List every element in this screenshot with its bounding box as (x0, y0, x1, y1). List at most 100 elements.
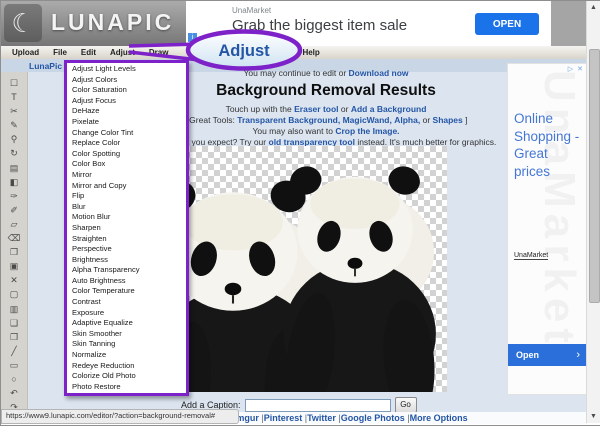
magicwand-link[interactable]: MagicWand, (343, 115, 392, 125)
image-canvas[interactable] (184, 146, 447, 392)
continue-note: You may continue to edit or Download now (181, 68, 471, 78)
header-filler (551, 1, 587, 46)
save-icon[interactable]: ▣ (1, 259, 27, 273)
delete-icon[interactable]: ✕ (1, 273, 27, 287)
lasso-icon[interactable]: ▱ (1, 217, 27, 231)
new-file-icon[interactable]: ▢ (1, 287, 27, 301)
scroll-up-icon[interactable]: ▲ (587, 1, 600, 14)
adjust-menu-item[interactable]: DeHaze (67, 106, 186, 117)
menu-item[interactable]: File (46, 48, 74, 57)
adjust-dropdown-menu: Adjust Light Levels Adjust Colors Color Sa… (64, 60, 189, 397)
menu-item[interactable]: Edit (74, 48, 103, 57)
line-icon[interactable]: ╱ (1, 344, 27, 358)
crop-line: You may also want to Crop the Image. (151, 126, 501, 136)
adjust-menu-item[interactable]: Contrast (67, 297, 186, 308)
adjust-menu-item[interactable]: Photo Restore (67, 382, 186, 393)
top-ad-open-button[interactable]: OPEN (475, 13, 539, 35)
adjust-menu-item[interactable]: Adjust Light Levels (67, 64, 186, 75)
adjust-menu-item[interactable]: Mirror and Copy (67, 181, 186, 192)
moon-icon: ☾ (4, 4, 42, 42)
adjust-menu-item[interactable]: Change Color Tint (67, 128, 186, 139)
sidebar-ad: UnaMarket ▷ ✕ Online Shopping - Great pr… (507, 63, 587, 395)
eraser-icon[interactable]: ⌫ (1, 231, 27, 245)
adjust-menu-item[interactable]: Motion Blur (67, 212, 186, 223)
export-image-icon[interactable]: ❑ (1, 316, 27, 330)
adjust-menu-item[interactable]: Mirror (67, 170, 186, 181)
transparent-background-link[interactable]: Transparent Background, (237, 115, 340, 125)
adjust-menu-item[interactable]: Straighten (67, 234, 186, 245)
adjust-menu-item[interactable]: Adjust Focus (67, 96, 186, 107)
adjust-menu-item[interactable]: Pixelate (67, 117, 186, 128)
alpha-link[interactable]: Alpha, (394, 115, 420, 125)
great-tools-line: [ Great Tools: Transparent Background, M… (151, 115, 501, 125)
fill-icon[interactable]: ◧ (1, 175, 27, 189)
adjust-menu-item[interactable]: Color Saturation (67, 85, 186, 96)
menu-items: Upload File Edit Adjust Draw (1, 48, 175, 57)
share-link[interactable]: Twitter (307, 413, 341, 423)
sidebar-ad-advertiser[interactable]: UnaMarket (514, 252, 549, 260)
adjust-menu-item[interactable]: Redeye Reduction (67, 361, 186, 372)
adchoices-icon[interactable]: ▷ (567, 66, 574, 73)
ad-info-icon[interactable]: i (188, 33, 197, 42)
download-now-link[interactable]: Download now (349, 68, 409, 78)
circle-icon[interactable]: ○ (1, 372, 27, 386)
copy-icon[interactable]: ❐ (1, 330, 27, 344)
eyedropper-icon[interactable]: ✑ (1, 189, 27, 203)
share-link[interactable]: Google Photos (341, 413, 410, 423)
undo-icon[interactable]: ↶ (1, 386, 27, 400)
gradient-icon[interactable]: ▤ (1, 161, 27, 175)
adjust-menu-item[interactable]: Flip (67, 191, 186, 202)
adjust-menu-item[interactable]: Perspective (67, 244, 186, 255)
select-icon[interactable]: ☐ (1, 76, 27, 90)
adjust-menu-item[interactable]: Color Temperature (67, 286, 186, 297)
menu-item[interactable]: Draw (142, 48, 176, 57)
scroll-down-icon[interactable]: ▼ (587, 410, 600, 423)
lunapic-logo[interactable]: ☾ LUNAPIC (1, 1, 186, 46)
pencil-icon[interactable]: ✎ (1, 118, 27, 132)
adjust-menu-item[interactable]: Blur (67, 202, 186, 213)
go-button[interactable]: Go (394, 397, 417, 413)
adjust-menu-item[interactable]: Color Box (67, 159, 186, 170)
adjust-menu-item[interactable]: Adaptive Equalize (67, 318, 186, 329)
adjust-menu-item[interactable]: Skin Smoother (67, 329, 186, 340)
scrollbar-thumb[interactable] (589, 49, 600, 303)
scissors-icon[interactable]: ✂ (1, 104, 27, 118)
add-background-link[interactable]: Add a Background (351, 104, 427, 114)
adjust-menu-item[interactable]: Color Spotting (67, 149, 186, 160)
adjust-menu-item[interactable]: Auto Brightness (67, 276, 186, 287)
share-link[interactable]: More Options (410, 413, 468, 423)
rotate-icon[interactable]: ↻ (1, 146, 27, 160)
open-folder-icon[interactable]: ❒ (1, 245, 27, 259)
eraser-tool-link[interactable]: Eraser tool (294, 104, 338, 114)
top-ad-advertiser: UnaMarket (232, 6, 272, 15)
menu-item[interactable]: Upload (5, 48, 46, 57)
open-label: Open (516, 350, 540, 360)
caption-input[interactable] (244, 398, 391, 412)
ad-close-icon[interactable]: ✕ (576, 66, 584, 73)
adjust-menu-item[interactable]: Adjust Colors (67, 75, 186, 86)
adjust-menu-item[interactable]: Sharpen (67, 223, 186, 234)
text: Touch up with the (225, 104, 292, 114)
adjust-menu-item[interactable]: Brightness (67, 255, 186, 266)
adjust-menu-item[interactable]: Alpha Transparency (67, 265, 186, 276)
adjust-menu-item[interactable]: Colorize Old Photo (67, 371, 186, 382)
panda-image (184, 161, 441, 392)
text: You may also want to (252, 126, 333, 136)
share-link[interactable]: Pinterest (264, 413, 307, 423)
menu-item-help[interactable]: Help (295, 48, 326, 57)
sidebar-ad-open-button[interactable]: Open › (508, 344, 586, 366)
text: [ Great Tools: (184, 115, 235, 125)
print-icon[interactable]: ▥ (1, 302, 27, 316)
shapes-link[interactable]: Shapes (433, 115, 463, 125)
brush-icon[interactable]: ✐ (1, 203, 27, 217)
page-scrollbar[interactable]: ▲ ▼ (586, 1, 600, 423)
menu-item[interactable]: Adjust (103, 48, 142, 57)
adjust-menu-item[interactable]: Skin Tanning (67, 339, 186, 350)
zoom-icon[interactable]: ⚲ (1, 132, 27, 146)
text-icon[interactable]: T (1, 90, 27, 104)
adjust-menu-item[interactable]: Normalize (67, 350, 186, 361)
crop-image-link[interactable]: Crop the Image. (335, 126, 399, 136)
adjust-menu-item[interactable]: Exposure (67, 308, 186, 319)
adjust-menu-item[interactable]: Replace Color (67, 138, 186, 149)
rectangle-icon[interactable]: ▭ (1, 358, 27, 372)
